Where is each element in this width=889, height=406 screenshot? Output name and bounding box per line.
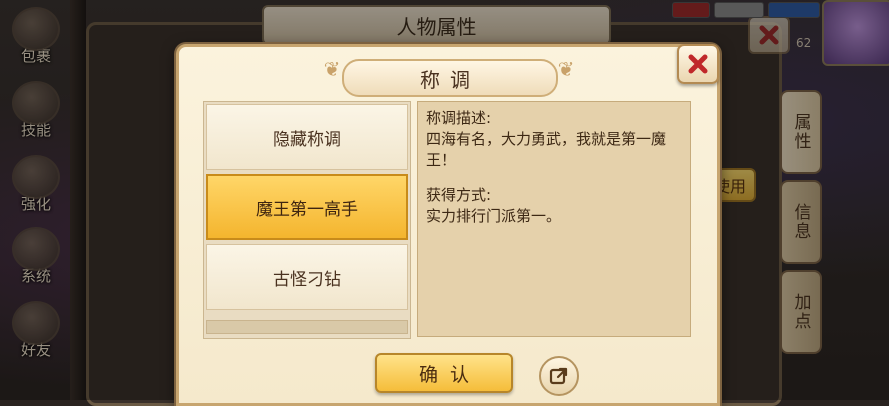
list-item-hidden-title[interactable]: 隐藏称调 <box>206 104 408 170</box>
description-text: 四海有名，大力勇武，我就是第一魔王！ <box>426 130 667 169</box>
confirm-button[interactable]: 确认 <box>375 353 513 393</box>
description-heading: 称调描述: <box>426 109 492 127</box>
title-dialog: ❦ 称调 ❦ 隐藏称调 魔王第一高手 古怪刁钻 称调描述: 四海有名，大力勇武，… <box>176 44 720 406</box>
close-icon <box>688 54 708 74</box>
share-button[interactable] <box>539 356 579 396</box>
close-button[interactable] <box>677 44 719 84</box>
list-item-demon-king[interactable]: 魔王第一高手 <box>206 174 408 240</box>
share-icon <box>549 367 568 385</box>
title-list: 隐藏称调 魔王第一高手 古怪刁钻 <box>203 101 411 339</box>
dialog-title: 称调 <box>342 59 558 97</box>
obtain-text: 实力排行门派第一。 <box>426 207 562 225</box>
list-item-eccentric[interactable]: 古怪刁钻 <box>206 244 408 310</box>
title-ornament-right: ❦ <box>557 57 575 81</box>
description-panel: 称调描述: 四海有名，大力勇武，我就是第一魔王！ 获得方式: 实力排行门派第一。 <box>417 101 691 337</box>
list-empty-slot <box>206 320 408 334</box>
obtain-heading: 获得方式: <box>426 186 492 204</box>
